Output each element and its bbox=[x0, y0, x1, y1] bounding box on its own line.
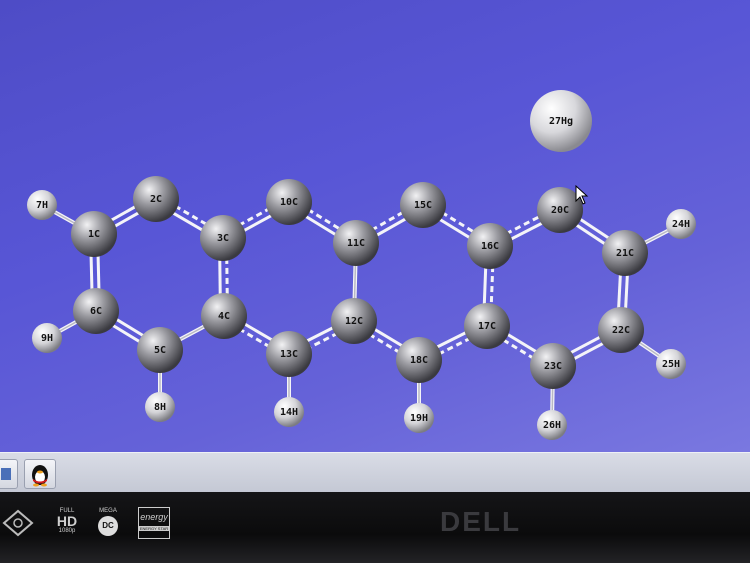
atom-4C[interactable]: 4C bbox=[201, 293, 247, 339]
taskbar-app-button[interactable] bbox=[0, 459, 18, 489]
taskbar bbox=[0, 452, 750, 493]
atom-14H[interactable]: 14H bbox=[274, 397, 304, 427]
atom-label-13C: 13C bbox=[280, 349, 298, 360]
taskbar-qq-button[interactable] bbox=[24, 459, 56, 489]
atom-19H[interactable]: 19H bbox=[404, 403, 434, 433]
atom-label-4C: 4C bbox=[218, 311, 230, 322]
qq-penguin-icon bbox=[32, 465, 48, 487]
atom-27Hg[interactable]: 27Hg bbox=[530, 90, 592, 152]
atom-13C[interactable]: 13C bbox=[266, 331, 312, 377]
atom-12C[interactable]: 12C bbox=[331, 298, 377, 344]
atom-label-9H: 9H bbox=[41, 333, 53, 344]
atom-23C[interactable]: 23C bbox=[530, 343, 576, 389]
mouse-cursor-icon bbox=[575, 185, 589, 205]
atom-label-17C: 17C bbox=[478, 321, 496, 332]
atom-label-8H: 8H bbox=[154, 402, 166, 413]
atom-16C[interactable]: 16C bbox=[467, 223, 513, 269]
atom-7H[interactable]: 7H bbox=[27, 190, 57, 220]
atom-5C[interactable]: 5C bbox=[137, 327, 183, 373]
energy-star-badge: energy ENERGY STAR bbox=[138, 507, 170, 539]
atom-1C[interactable]: 1C bbox=[71, 211, 117, 257]
atom-label-15C: 15C bbox=[414, 200, 432, 211]
atom-8H[interactable]: 8H bbox=[145, 392, 175, 422]
atom-label-16C: 16C bbox=[481, 241, 499, 252]
atom-17C[interactable]: 17C bbox=[464, 303, 510, 349]
atom-6C[interactable]: 6C bbox=[73, 288, 119, 334]
atom-3C[interactable]: 3C bbox=[200, 215, 246, 261]
atom-label-6C: 6C bbox=[90, 306, 102, 317]
atom-label-27Hg: 27Hg bbox=[549, 116, 573, 127]
atom-label-11C: 11C bbox=[347, 238, 365, 249]
atom-label-3C: 3C bbox=[217, 233, 229, 244]
atom-label-21C: 21C bbox=[616, 248, 634, 259]
atom-label-18C: 18C bbox=[410, 355, 428, 366]
atom-label-10C: 10C bbox=[280, 197, 298, 208]
atom-11C[interactable]: 11C bbox=[333, 220, 379, 266]
energy-star-sub: ENERGY STAR bbox=[139, 526, 169, 531]
motion-sensor-icon bbox=[2, 509, 34, 537]
dell-logo: DELL bbox=[440, 506, 522, 537]
atom-26H[interactable]: 26H bbox=[537, 410, 567, 440]
atom-10C[interactable]: 10C bbox=[266, 179, 312, 225]
atom-9H[interactable]: 9H bbox=[32, 323, 62, 353]
energy-star-main: energy bbox=[140, 512, 168, 522]
app-icon bbox=[1, 468, 11, 480]
atom-label-14H: 14H bbox=[280, 407, 298, 418]
atom-label-20C: 20C bbox=[551, 205, 569, 216]
atom-18C[interactable]: 18C bbox=[396, 337, 442, 383]
atom-label-12C: 12C bbox=[345, 316, 363, 327]
atom-label-24H: 24H bbox=[672, 219, 690, 230]
atom-24H[interactable]: 24H bbox=[666, 209, 696, 239]
atom-22C[interactable]: 22C bbox=[598, 307, 644, 353]
atom-label-23C: 23C bbox=[544, 361, 562, 372]
atom-label-7H: 7H bbox=[36, 200, 48, 211]
atom-label-5C: 5C bbox=[154, 345, 166, 356]
atom-2C[interactable]: 2C bbox=[133, 176, 179, 222]
atom-layer: 1C 2C 3C 4C 5C 6C 7H 8H 9H 10C 11C 12C 13C 14H 15C 16C 1… bbox=[27, 90, 696, 440]
atom-label-26H: 26H bbox=[543, 420, 561, 431]
molecule-canvas[interactable]: 1C 2C 3C 4C 5C 6C 7H 8H 9H 10C 11C 12C 13C 14H 15C 16C 1… bbox=[0, 0, 750, 452]
atom-label-22C: 22C bbox=[612, 325, 630, 336]
molecule-viewer-window[interactable]: 1C 2C 3C 4C 5C 6C 7H 8H 9H 10C 11C 12C 13C 14H 15C 16C 1… bbox=[0, 0, 750, 452]
atom-label-2C: 2C bbox=[150, 194, 162, 205]
full-hd-main: HD bbox=[56, 513, 78, 529]
monitor-bezel: FULL HD 1080p MEGA DC energy ENERGY STAR bbox=[0, 492, 750, 563]
atom-label-25H: 25H bbox=[662, 359, 680, 370]
atom-label-1C: 1C bbox=[88, 229, 100, 240]
mega-badge: MEGA DC bbox=[94, 508, 122, 536]
mega-top: MEGA bbox=[99, 508, 117, 514]
full-hd-badge: FULL HD 1080p bbox=[52, 508, 82, 534]
atom-25H[interactable]: 25H bbox=[656, 349, 686, 379]
atom-21C[interactable]: 21C bbox=[602, 230, 648, 276]
mega-main: DC bbox=[98, 516, 118, 536]
atom-label-19H: 19H bbox=[410, 413, 428, 424]
atom-15C[interactable]: 15C bbox=[400, 182, 446, 228]
